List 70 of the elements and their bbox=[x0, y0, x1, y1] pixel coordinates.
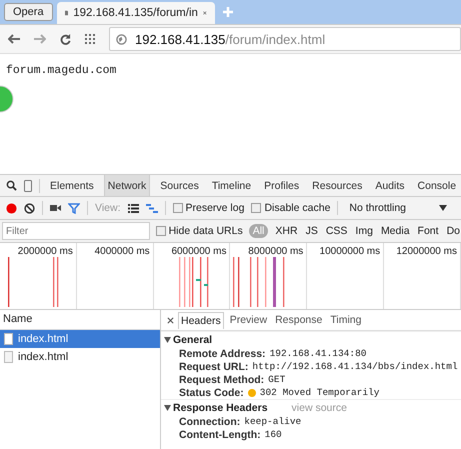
detail-tab[interactable]: Response bbox=[273, 312, 324, 328]
detail-tab[interactable]: Preview bbox=[228, 312, 270, 328]
panel-tab[interactable]: Timeline bbox=[208, 175, 254, 196]
record-icon[interactable] bbox=[6, 202, 17, 214]
header-value: keep-alive bbox=[244, 416, 302, 427]
apps-grid-icon[interactable] bbox=[85, 34, 95, 44]
panel-tab[interactable]: Elements bbox=[47, 175, 97, 196]
detail-tab[interactable]: Timing bbox=[328, 312, 364, 328]
list-view-icon[interactable] bbox=[128, 204, 138, 212]
device-icon[interactable] bbox=[24, 180, 32, 192]
header-name: Status Code: bbox=[179, 386, 244, 398]
type-filter[interactable]: Media bbox=[380, 225, 411, 237]
globe-icon bbox=[116, 34, 127, 44]
type-filter[interactable]: Do bbox=[446, 225, 461, 237]
document-icon bbox=[4, 333, 13, 345]
section-header[interactable]: Response Headers bbox=[161, 402, 268, 414]
panel-tab[interactable]: Network bbox=[104, 175, 150, 196]
close-icon[interactable] bbox=[202, 9, 207, 17]
header-value: http://192.168.41.134/bbs/index.html bbox=[252, 361, 458, 372]
header-name: Request URL: bbox=[179, 360, 248, 372]
clear-icon[interactable] bbox=[24, 202, 35, 214]
expand-triangle-icon bbox=[164, 336, 171, 342]
disable-cache-checkbox[interactable]: Disable cache bbox=[251, 202, 330, 214]
time-tick-label: 12000000 ms bbox=[384, 243, 461, 309]
header-value: GET bbox=[268, 374, 286, 385]
expand-triangle-icon bbox=[164, 404, 171, 410]
type-filter[interactable]: Img bbox=[354, 225, 374, 237]
request-row[interactable]: index.html bbox=[0, 348, 160, 366]
header-value: 160 bbox=[264, 429, 282, 440]
page-text: forum.magedu.com bbox=[6, 64, 116, 77]
hide-data-urls-checkbox[interactable]: Hide data URLs bbox=[156, 225, 243, 237]
header-value: 192.168.41.134:80 bbox=[270, 348, 366, 359]
type-filter[interactable]: Font bbox=[416, 225, 440, 237]
address-field[interactable]: 192.168.41.135/forum/index.html bbox=[109, 27, 461, 51]
preserve-log-checkbox[interactable]: Preserve log bbox=[172, 202, 244, 214]
panel-tab[interactable]: Sources bbox=[157, 175, 202, 196]
tab-title: 192.168.41.135/forum/in bbox=[73, 7, 198, 19]
section-header[interactable]: General bbox=[161, 334, 212, 346]
type-filter[interactable]: JS bbox=[304, 225, 319, 237]
opera-menu-button[interactable]: Opera bbox=[4, 3, 53, 21]
header-name: Connection: bbox=[179, 416, 240, 428]
time-tick-label: 4000000 ms bbox=[76, 243, 154, 309]
browser-tab[interactable]: 192.168.41.135/forum/in bbox=[56, 2, 215, 24]
panel-tab[interactable]: Audits bbox=[372, 175, 408, 196]
back-icon[interactable] bbox=[8, 34, 20, 44]
document-icon bbox=[4, 351, 13, 363]
waterfall-view-icon[interactable] bbox=[146, 204, 158, 212]
dropdown-caret-icon bbox=[439, 205, 447, 211]
reload-icon[interactable] bbox=[60, 34, 71, 44]
view-label: View: bbox=[95, 202, 120, 214]
type-filter[interactable]: XHR bbox=[274, 225, 299, 237]
request-row[interactable]: index.html bbox=[0, 330, 160, 348]
header-name: Remote Address: bbox=[179, 348, 266, 360]
camera-icon[interactable] bbox=[50, 204, 61, 212]
page-icon bbox=[64, 8, 68, 18]
header-name: Content-Length: bbox=[179, 428, 261, 440]
search-icon[interactable] bbox=[6, 180, 17, 191]
throttling-dropdown[interactable]: No throttling bbox=[345, 202, 461, 214]
time-tick-label: 10000000 ms bbox=[307, 243, 384, 309]
filter-field[interactable]: Filter bbox=[2, 222, 150, 240]
close-icon[interactable] bbox=[167, 316, 174, 324]
detail-tab[interactable]: Headers bbox=[178, 312, 224, 328]
url-text: 192.168.41.135/forum/index.html bbox=[135, 32, 326, 46]
filter-icon[interactable] bbox=[68, 202, 80, 214]
header-value: 302 Moved Temporarily bbox=[260, 387, 380, 398]
type-filter[interactable]: CSS bbox=[324, 225, 348, 237]
header-name: Request Method: bbox=[179, 374, 264, 386]
panel-tab[interactable]: Console bbox=[414, 175, 460, 196]
panel-tab[interactable]: Profiles bbox=[261, 175, 302, 196]
panel-tab[interactable]: Resources bbox=[309, 175, 366, 196]
